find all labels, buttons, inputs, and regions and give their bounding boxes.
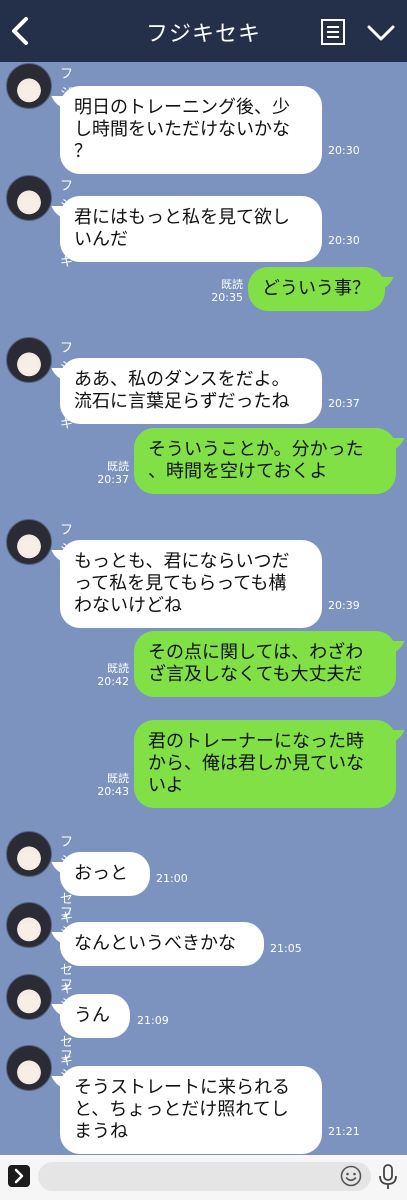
read-receipt: 既読	[221, 278, 243, 291]
message-time: 20:35	[211, 291, 243, 304]
message-bubble[interactable]: ああ、私のダンスをだよ。 流石に言葉足らずだったね	[60, 358, 322, 424]
input-bar	[0, 1155, 407, 1200]
message-input[interactable]	[38, 1162, 371, 1191]
message-bubble[interactable]: 君にはもっと私を見て欲し いんだ	[60, 196, 322, 262]
avatar[interactable]	[6, 63, 52, 109]
chevron-down-icon[interactable]	[366, 24, 396, 42]
avatar[interactable]	[6, 519, 52, 565]
avatar[interactable]	[6, 831, 52, 877]
message-bubble[interactable]: そうストレートに来られる と、ちょっとだけ照れてし まうね	[60, 1066, 322, 1154]
keyboard-toggle-icon[interactable]	[8, 1165, 30, 1187]
read-receipt: 既読	[107, 772, 129, 785]
message-time: 20:42	[97, 675, 129, 688]
memo-icon[interactable]	[320, 19, 346, 45]
message-bubble[interactable]: 明日のトレーニング後、少 し時間をいただけないかな ？	[60, 86, 322, 174]
message-bubble[interactable]: 君のトレーナーになった時 から、俺は君しか見ていな いよ	[134, 720, 396, 808]
message-bubble[interactable]: その点に関しては、わざわ ざ言及しなくても大丈夫だ	[134, 631, 396, 697]
message-bubble[interactable]: どういう事？	[248, 267, 385, 311]
message-time: 21:05	[270, 942, 302, 955]
message-bubble[interactable]: もっとも、君にならいつだ って私を見てもらっても構 わないけどね	[60, 540, 322, 628]
message-time: 21:21	[328, 1125, 360, 1138]
message-time: 21:00	[156, 872, 188, 885]
message-time: 20:37	[97, 473, 129, 486]
read-receipt: 既読	[107, 662, 129, 675]
avatar[interactable]	[6, 1045, 52, 1091]
message-time: 20:30	[328, 144, 360, 157]
avatar[interactable]	[6, 175, 52, 221]
message-time: 21:09	[137, 1014, 169, 1027]
message-bubble[interactable]: そういうことか。分かった 、時間を空けておくよ	[134, 428, 396, 494]
avatar[interactable]	[6, 974, 52, 1020]
avatar[interactable]	[6, 902, 52, 948]
read-receipt: 既読	[107, 460, 129, 473]
message-bubble[interactable]: なんというべきかな	[60, 922, 264, 966]
emoji-icon[interactable]	[340, 1165, 362, 1187]
avatar[interactable]	[6, 337, 52, 383]
message-bubble[interactable]: うん	[60, 994, 130, 1038]
message-time: 20:43	[97, 785, 129, 798]
microphone-icon[interactable]	[377, 1163, 399, 1191]
message-bubble[interactable]: おっと	[60, 852, 150, 896]
message-time: 20:39	[328, 599, 360, 612]
chat-header: フジキセキ	[0, 0, 407, 62]
message-time: 20:37	[328, 397, 360, 410]
message-time: 20:30	[328, 234, 360, 247]
